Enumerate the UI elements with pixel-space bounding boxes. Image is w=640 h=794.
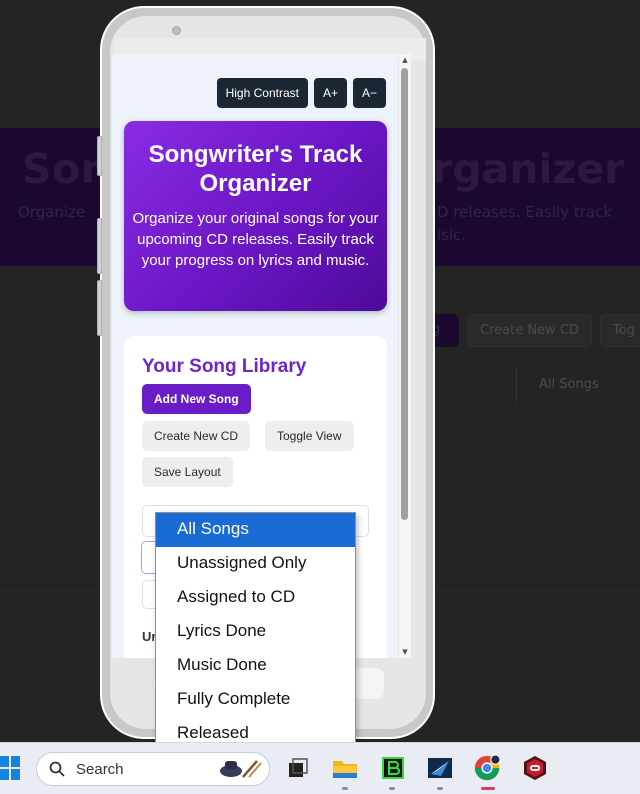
- scroll-thumb[interactable]: [401, 68, 408, 520]
- phone-volume-down-button: [97, 280, 102, 336]
- hero-banner: Songwriter's Track Organizer Organize yo…: [124, 121, 387, 311]
- accessibility-toolbar: High Contrast A+ A−: [216, 78, 386, 108]
- scroll-down-arrow-icon[interactable]: ▼: [401, 648, 409, 656]
- search-placeholder: Search: [76, 761, 124, 778]
- task-view-icon[interactable]: [284, 754, 312, 782]
- song-library-title: Your Song Library: [142, 356, 307, 377]
- filter-dropdown-list[interactable]: All Songs Unassigned Only Assigned to CD…: [155, 512, 356, 744]
- font-increase-button[interactable]: A+: [313, 78, 347, 108]
- chrome-active-indicator: [481, 787, 495, 790]
- hero-description: Organize your original songs for your up…: [132, 210, 379, 269]
- filter-option-all-songs[interactable]: All Songs: [156, 513, 355, 547]
- background-create-cd-button: Create New CD: [467, 314, 592, 347]
- font-decrease-button[interactable]: A−: [352, 78, 386, 108]
- search-icon: [49, 761, 65, 777]
- filter-option-assigned[interactable]: Assigned to CD: [156, 581, 355, 615]
- filter-option-released[interactable]: Released: [156, 717, 355, 743]
- app-b-icon[interactable]: [379, 754, 407, 782]
- screen-scrollbar[interactable]: ▲ ▼: [399, 54, 411, 658]
- windows-start-icon[interactable]: [0, 756, 20, 780]
- red-app-icon[interactable]: [521, 754, 549, 782]
- background-title-right: rganizer: [432, 145, 625, 193]
- background-subtitle-right: D releases. Easily track: [437, 203, 613, 221]
- file-explorer-running-indicator: [342, 787, 348, 790]
- taskbar-search[interactable]: Search: [36, 752, 270, 786]
- search-highlight-icon: [220, 760, 262, 778]
- mail-app-running-indicator: [437, 787, 443, 790]
- app-b-running-indicator: [389, 787, 395, 790]
- taskbar: Search: [0, 742, 640, 794]
- filter-option-music-done[interactable]: Music Done: [156, 649, 355, 683]
- save-layout-button[interactable]: Save Layout: [142, 457, 233, 487]
- filter-option-unassigned[interactable]: Unassigned Only: [156, 547, 355, 581]
- file-explorer-icon[interactable]: [331, 754, 359, 782]
- filter-option-fully-complete[interactable]: Fully Complete: [156, 683, 355, 717]
- background-toggle-button: Tog: [600, 314, 640, 347]
- toggle-view-button[interactable]: Toggle View: [265, 421, 354, 451]
- background-subtitle-left: Organize: [18, 203, 86, 221]
- scroll-up-arrow-icon[interactable]: ▲: [401, 56, 409, 64]
- add-song-button[interactable]: Add New Song: [142, 384, 251, 414]
- background-filter-select: All Songs: [516, 368, 640, 402]
- filter-option-lyrics-done[interactable]: Lyrics Done: [156, 615, 355, 649]
- camera-icon: [172, 26, 181, 35]
- mail-app-icon[interactable]: [426, 754, 454, 782]
- create-cd-button[interactable]: Create New CD: [142, 421, 251, 451]
- background-subtitle-right-2: isic.: [437, 226, 467, 244]
- phone-volume-up-button: [97, 218, 102, 274]
- chrome-icon[interactable]: [473, 754, 501, 782]
- page-title: Songwriter's Track Organizer: [148, 141, 363, 197]
- phone-side-button: [97, 136, 102, 176]
- high-contrast-button[interactable]: High Contrast: [216, 78, 308, 108]
